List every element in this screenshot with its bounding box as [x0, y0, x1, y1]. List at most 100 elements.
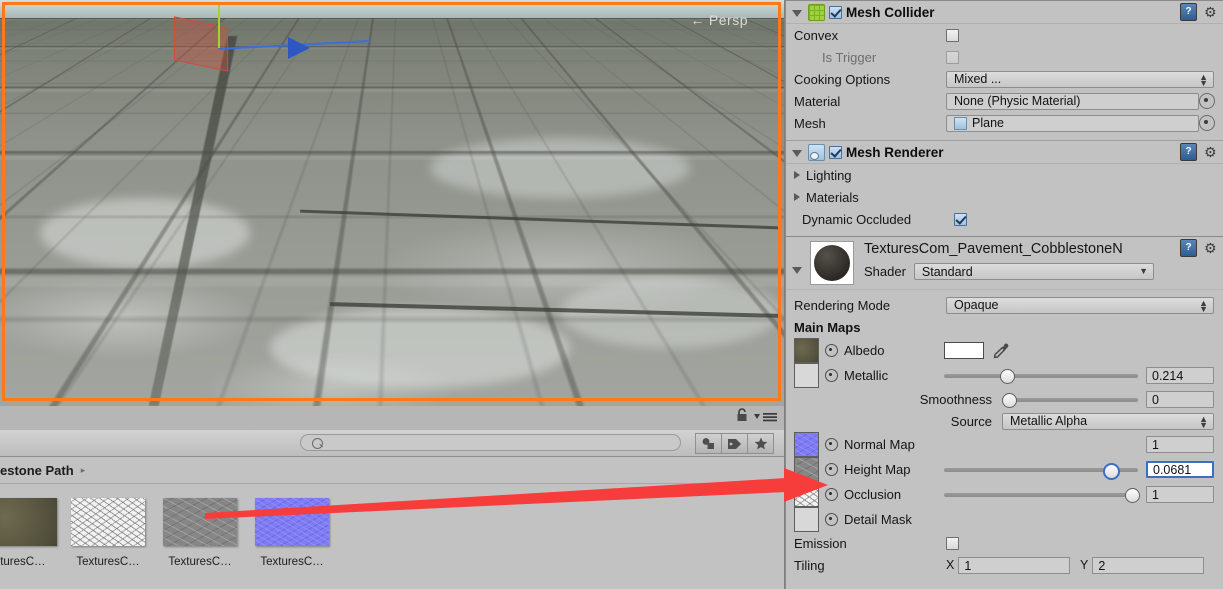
shapes-icon: [702, 438, 714, 449]
row-dynamic-occluded: Dynamic Occluded: [786, 208, 1223, 230]
shader-dropdown[interactable]: Standard ▼: [913, 263, 1154, 280]
slider-track: [944, 493, 1138, 497]
gizmo-z-arrowhead[interactable]: [288, 37, 310, 59]
row-physic-material: Material None (Physic Material): [786, 90, 1223, 112]
emission-label: Emission: [794, 535, 847, 551]
smoothness-slider[interactable]: [1002, 391, 1138, 408]
rendering-mode-value: Opaque: [954, 298, 999, 312]
foldout-triangle-icon[interactable]: [794, 193, 800, 201]
occlusion-slider[interactable]: [944, 486, 1140, 503]
foldout-triangle-icon[interactable]: [794, 171, 800, 179]
height-map-texture-swatch[interactable]: [794, 457, 819, 482]
physic-material-object-field[interactable]: None (Physic Material): [946, 92, 1199, 110]
gear-icon[interactable]: ⚙: [1204, 241, 1218, 255]
height-map-value-field[interactable]: 0.0681: [1146, 461, 1214, 478]
albedo-color-field[interactable]: [944, 342, 984, 359]
help-icon[interactable]: ?: [1180, 239, 1197, 257]
row-materials[interactable]: Materials: [786, 186, 1223, 208]
row-smoothness: Smoothness 0: [786, 388, 1223, 410]
lighting-label: Lighting: [806, 167, 852, 183]
source-dropdown[interactable]: Metallic Alpha ▲ ▼: [1002, 412, 1214, 430]
metallic-texture-swatch[interactable]: [794, 363, 819, 388]
tiling-x-field[interactable]: 1: [958, 556, 1070, 574]
metallic-value-field[interactable]: 0.214: [1146, 367, 1214, 384]
maprow-metallic: Metallic 0.214: [786, 363, 1223, 388]
filter-by-type-button[interactable]: [695, 433, 722, 454]
slider-knob[interactable]: [1125, 488, 1140, 503]
albedo-texture-swatch[interactable]: [794, 338, 819, 363]
property-toggle-icon[interactable]: [825, 438, 838, 451]
help-icon[interactable]: ?: [1180, 3, 1197, 21]
mesh-renderer-header[interactable]: Mesh Renderer ? ⚙: [786, 140, 1223, 164]
filter-by-label-button[interactable]: [722, 433, 748, 454]
property-toggle-icon[interactable]: [825, 488, 838, 501]
object-picker-icon[interactable]: [1199, 115, 1215, 131]
rendering-mode-dropdown[interactable]: Opaque ▲ ▼: [946, 296, 1214, 314]
asset-item[interactable]: xturesC…: [0, 498, 62, 589]
slider-knob[interactable]: [1103, 463, 1121, 480]
emission-checkbox[interactable]: [946, 536, 959, 550]
smoothness-value-field[interactable]: 0: [1146, 390, 1214, 408]
asset-grid[interactable]: xturesC… TexturesC… TexturesC… TexturesC…: [0, 484, 784, 589]
mesh-collider-title: Mesh Collider: [846, 4, 935, 20]
row-lighting[interactable]: Lighting: [786, 164, 1223, 186]
material-header[interactable]: TexturesCom_Pavement_CobblestoneN Shader…: [786, 236, 1223, 290]
search-input[interactable]: [300, 434, 681, 451]
asset-thumbnail-albedo[interactable]: [0, 498, 57, 546]
asset-item[interactable]: TexturesC…: [246, 498, 338, 589]
mesh-collider-enabled-checkbox[interactable]: [829, 5, 842, 19]
occlusion-texture-swatch[interactable]: [794, 482, 819, 507]
perspective-label[interactable]: ← Persp: [690, 12, 748, 28]
breadcrumb[interactable]: estone Path ▸: [0, 457, 784, 484]
transform-gizmo[interactable]: [170, 4, 370, 74]
eyedropper-icon[interactable]: [992, 342, 1010, 360]
foldout-triangle-icon[interactable]: [792, 10, 802, 17]
normal-map-label: Normal Map: [844, 437, 915, 452]
dynamic-occluded-checkbox[interactable]: [954, 212, 967, 226]
inspector-panel[interactable]: Mesh Collider ? ⚙ Convex Is Trigger Cook…: [785, 0, 1223, 589]
menu-icon[interactable]: [754, 412, 778, 422]
gizmo-y-axis[interactable]: [218, 4, 220, 50]
scene-view[interactable]: ← Persp: [0, 0, 784, 406]
gear-icon[interactable]: ⚙: [1204, 145, 1218, 159]
metallic-slider[interactable]: [944, 367, 1138, 384]
lock-icon[interactable]: [736, 408, 748, 422]
help-icon[interactable]: ?: [1180, 143, 1197, 161]
slider-knob[interactable]: [1000, 369, 1016, 384]
foldout-triangle-icon[interactable]: [792, 267, 802, 274]
mesh-collider-header[interactable]: Mesh Collider ? ⚙: [786, 0, 1223, 24]
asset-item[interactable]: TexturesC…: [62, 498, 154, 589]
gear-icon[interactable]: ⚙: [1204, 5, 1218, 19]
cooking-options-dropdown[interactable]: Mixed ... ▲ ▼: [946, 70, 1214, 88]
mesh-object-field[interactable]: Plane: [946, 114, 1199, 132]
property-toggle-icon[interactable]: [825, 463, 838, 476]
detail-mask-texture-swatch[interactable]: [794, 507, 819, 532]
filter-buttons: [695, 433, 774, 454]
asset-item[interactable]: TexturesC…: [154, 498, 246, 589]
foldout-triangle-icon[interactable]: [792, 150, 802, 157]
filter-by-favorite-button[interactable]: [748, 433, 774, 454]
normal-map-texture-swatch[interactable]: [794, 432, 819, 457]
project-toolbar: [0, 430, 784, 457]
asset-thumbnail-occlusion[interactable]: [71, 498, 145, 546]
row-is-trigger: Is Trigger: [786, 46, 1223, 68]
occlusion-value-field[interactable]: 1: [1146, 486, 1214, 503]
property-toggle-icon[interactable]: [825, 369, 838, 382]
asset-label: xturesC…: [0, 556, 46, 568]
slider-knob[interactable]: [1002, 392, 1017, 408]
asset-thumbnail-normal[interactable]: [255, 498, 329, 546]
star-icon: [754, 437, 767, 450]
normal-map-value-field[interactable]: 1: [1146, 436, 1214, 453]
asset-thumbnail-height[interactable]: [163, 498, 237, 546]
object-picker-icon[interactable]: [1199, 93, 1215, 109]
height-map-slider[interactable]: [944, 461, 1138, 480]
mesh-renderer-enabled-checkbox[interactable]: [829, 145, 842, 159]
is-trigger-checkbox[interactable]: [946, 50, 959, 64]
updown-arrows-icon: ▲ ▼: [1199, 71, 1208, 88]
property-toggle-icon[interactable]: [825, 513, 838, 526]
convex-checkbox[interactable]: [946, 28, 959, 42]
tiling-y-field[interactable]: 2: [1092, 556, 1204, 574]
property-toggle-icon[interactable]: [825, 344, 838, 357]
project-panel[interactable]: estone Path ▸ xturesC… TexturesC… Textur…: [0, 406, 784, 589]
updown-arrows-icon: ▲ ▼: [1199, 413, 1208, 430]
